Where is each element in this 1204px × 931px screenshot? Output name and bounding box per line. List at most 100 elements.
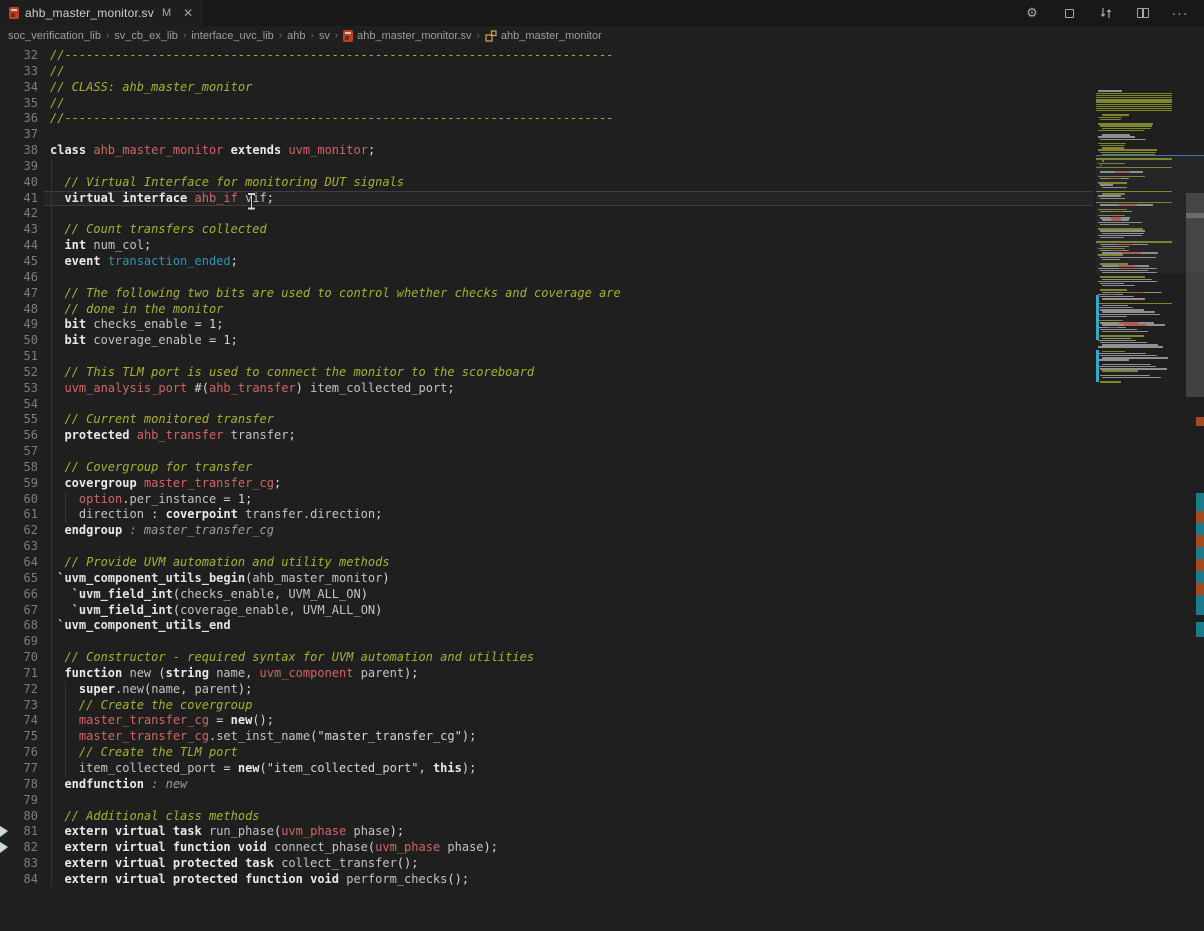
code-line-54[interactable] bbox=[50, 397, 1092, 413]
code-line-58[interactable]: // Covergroup for transfer bbox=[50, 460, 1092, 476]
line-number-68[interactable]: 68 bbox=[0, 618, 38, 634]
code-line-61[interactable]: direction : coverpoint transfer.directio… bbox=[50, 507, 1092, 523]
code-line-71[interactable]: function new (string name, uvm_component… bbox=[50, 666, 1092, 682]
line-number-43[interactable]: 43 bbox=[0, 222, 38, 238]
code-line-46[interactable] bbox=[50, 270, 1092, 286]
code-line-84[interactable]: extern virtual protected function void p… bbox=[50, 872, 1092, 888]
line-number-47[interactable]: 47 bbox=[0, 286, 38, 302]
code-line-41[interactable]: virtual interface ahb_if vif; bbox=[50, 191, 1092, 207]
scrollbar-thumb[interactable] bbox=[1186, 193, 1204, 397]
code-line-53[interactable]: uvm_analysis_port #(ahb_transfer) item_c… bbox=[50, 381, 1092, 397]
line-number-79[interactable]: 79 bbox=[0, 793, 38, 809]
line-number-64[interactable]: 64 bbox=[0, 555, 38, 571]
line-number-35[interactable]: 35 bbox=[0, 96, 38, 112]
code-line-50[interactable]: bit coverage_enable = 1; bbox=[50, 333, 1092, 349]
line-number-83[interactable]: 83 bbox=[0, 856, 38, 872]
line-number-52[interactable]: 52 bbox=[0, 365, 38, 381]
line-number-67[interactable]: 67 bbox=[0, 603, 38, 619]
line-number-62[interactable]: 62 bbox=[0, 523, 38, 539]
code-line-52[interactable]: // This TLM port is used to connect the … bbox=[50, 365, 1092, 381]
code-line-79[interactable] bbox=[50, 793, 1092, 809]
line-number-58[interactable]: 58 bbox=[0, 460, 38, 476]
tab-ahb-master-monitor[interactable]: ahb_master_monitor.sv M ✕ bbox=[0, 0, 203, 26]
code-line-83[interactable]: extern virtual protected task collect_tr… bbox=[50, 856, 1092, 872]
code-line-55[interactable]: // Current monitored transfer bbox=[50, 412, 1092, 428]
code-line-68[interactable]: `uvm_component_utils_end bbox=[50, 618, 1092, 634]
code-line-34[interactable]: // CLASS: ahb_master_monitor bbox=[50, 80, 1092, 96]
code-line-70[interactable]: // Constructor - required syntax for UVM… bbox=[50, 650, 1092, 666]
breadcrumb-item-sv_cb_ex_lib[interactable]: sv_cb_ex_lib bbox=[113, 30, 179, 42]
line-number-73[interactable]: 73 bbox=[0, 698, 38, 714]
code-line-80[interactable]: // Additional class methods bbox=[50, 809, 1092, 825]
code-editor[interactable]: 3233343536373839404142434445464748495051… bbox=[0, 45, 1204, 886]
line-number-44[interactable]: 44 bbox=[0, 238, 38, 254]
code-line-51[interactable] bbox=[50, 349, 1092, 365]
line-number-55[interactable]: 55 bbox=[0, 412, 38, 428]
line-number-60[interactable]: 60 bbox=[0, 492, 38, 508]
code-line-45[interactable]: event transaction_ended; bbox=[50, 254, 1092, 270]
code-line-73[interactable]: // Create the covergroup bbox=[50, 698, 1092, 714]
line-number-57[interactable]: 57 bbox=[0, 444, 38, 460]
line-number-70[interactable]: 70 bbox=[0, 650, 38, 666]
code-line-33[interactable]: // bbox=[50, 64, 1092, 80]
line-number-41[interactable]: 41 bbox=[0, 191, 38, 207]
compare-changes-icon[interactable] bbox=[1098, 5, 1114, 21]
close-icon[interactable]: ✕ bbox=[183, 6, 193, 20]
code-line-59[interactable]: covergroup master_transfer_cg; bbox=[50, 476, 1092, 492]
line-number-53[interactable]: 53 bbox=[0, 381, 38, 397]
line-number-39[interactable]: 39 bbox=[0, 159, 38, 175]
line-number-51[interactable]: 51 bbox=[0, 349, 38, 365]
more-actions-icon[interactable]: ··· bbox=[1172, 5, 1188, 21]
line-number-46[interactable]: 46 bbox=[0, 270, 38, 286]
code-line-62[interactable]: endgroup : master_transfer_cg bbox=[50, 523, 1092, 539]
line-number-gutter[interactable]: 3233343536373839404142434445464748495051… bbox=[0, 48, 38, 888]
line-number-54[interactable]: 54 bbox=[0, 397, 38, 413]
code-line-44[interactable]: int num_col; bbox=[50, 238, 1092, 254]
code-line-36[interactable]: //--------------------------------------… bbox=[50, 111, 1092, 127]
breadcrumb-item-sv[interactable]: sv bbox=[318, 30, 331, 42]
line-number-77[interactable]: 77 bbox=[0, 761, 38, 777]
line-number-61[interactable]: 61 bbox=[0, 507, 38, 523]
code-line-35[interactable]: // bbox=[50, 96, 1092, 112]
line-number-45[interactable]: 45 bbox=[0, 254, 38, 270]
breadcrumb-item-soc_verification_lib[interactable]: soc_verification_lib bbox=[7, 30, 102, 42]
line-number-69[interactable]: 69 bbox=[0, 634, 38, 650]
code-line-32[interactable]: //--------------------------------------… bbox=[50, 48, 1092, 64]
code-line-56[interactable]: protected ahb_transfer transfer; bbox=[50, 428, 1092, 444]
breadcrumb-item-interface_uvc_lib[interactable]: interface_uvc_lib bbox=[190, 30, 275, 42]
line-number-75[interactable]: 75 bbox=[0, 729, 38, 745]
code-line-81[interactable]: extern virtual task run_phase(uvm_phase … bbox=[50, 824, 1092, 840]
code-line-65[interactable]: `uvm_component_utils_begin(ahb_master_mo… bbox=[50, 571, 1092, 587]
line-number-48[interactable]: 48 bbox=[0, 302, 38, 318]
line-number-56[interactable]: 56 bbox=[0, 428, 38, 444]
code-line-39[interactable] bbox=[50, 159, 1092, 175]
line-number-63[interactable]: 63 bbox=[0, 539, 38, 555]
code-line-42[interactable] bbox=[50, 206, 1092, 222]
line-number-65[interactable]: 65 bbox=[0, 571, 38, 587]
code-line-38[interactable]: class ahb_master_monitor extends uvm_mon… bbox=[50, 143, 1092, 159]
settings-gear-icon[interactable]: ⚙ bbox=[1024, 5, 1040, 21]
code-line-75[interactable]: master_transfer_cg.set_inst_name("master… bbox=[50, 729, 1092, 745]
code-line-66[interactable]: `uvm_field_int(checks_enable, UVM_ALL_ON… bbox=[50, 587, 1092, 603]
vertical-scrollbar[interactable] bbox=[1186, 90, 1204, 931]
code-line-67[interactable]: `uvm_field_int(coverage_enable, UVM_ALL_… bbox=[50, 603, 1092, 619]
code-line-77[interactable]: item_collected_port = new("item_collecte… bbox=[50, 761, 1092, 777]
code-line-74[interactable]: master_transfer_cg = new(); bbox=[50, 713, 1092, 729]
line-number-37[interactable]: 37 bbox=[0, 127, 38, 143]
code-line-57[interactable] bbox=[50, 444, 1092, 460]
line-number-50[interactable]: 50 bbox=[0, 333, 38, 349]
line-number-42[interactable]: 42 bbox=[0, 206, 38, 222]
line-number-80[interactable]: 80 bbox=[0, 809, 38, 825]
breadcrumb-item-ahb_master_monitor.sv[interactable]: ahb_master_monitor.sv bbox=[342, 30, 472, 42]
line-number-34[interactable]: 34 bbox=[0, 80, 38, 96]
line-number-49[interactable]: 49 bbox=[0, 317, 38, 333]
line-number-66[interactable]: 66 bbox=[0, 587, 38, 603]
line-number-40[interactable]: 40 bbox=[0, 175, 38, 191]
code-line-49[interactable]: bit checks_enable = 1; bbox=[50, 317, 1092, 333]
line-number-78[interactable]: 78 bbox=[0, 777, 38, 793]
layout-square-icon[interactable] bbox=[1061, 5, 1077, 21]
code-line-43[interactable]: // Count transfers collected bbox=[50, 222, 1092, 238]
code-line-64[interactable]: // Provide UVM automation and utility me… bbox=[50, 555, 1092, 571]
code-line-37[interactable] bbox=[50, 127, 1092, 143]
code-line-48[interactable]: // done in the monitor bbox=[50, 302, 1092, 318]
